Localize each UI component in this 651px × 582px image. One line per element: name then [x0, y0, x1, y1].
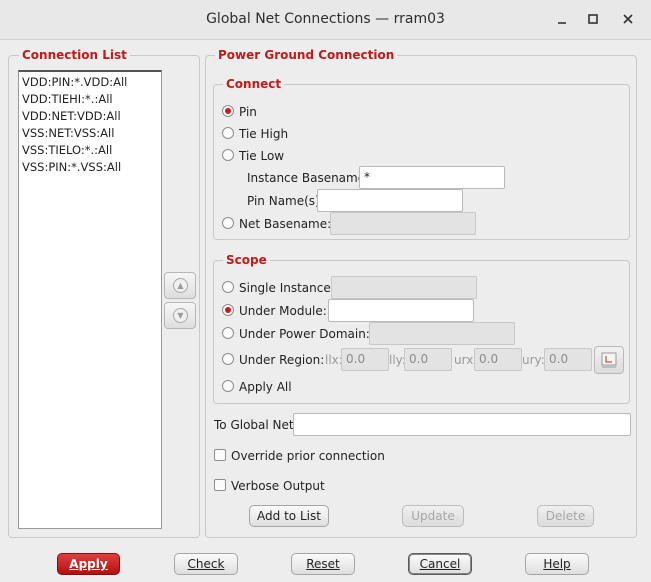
- urx-input[interactable]: 0.0: [474, 348, 522, 371]
- list-item[interactable]: VDD:PIN:*.VDD:All: [22, 74, 127, 90]
- help-button[interactable]: Help: [525, 553, 589, 575]
- instance-basename-label: Instance Basename:: [247, 171, 370, 185]
- apply-button[interactable]: Apply: [57, 553, 120, 575]
- net-basename-radio[interactable]: [222, 217, 234, 229]
- update-button[interactable]: Update: [402, 505, 464, 527]
- apply-all-radio[interactable]: [222, 380, 234, 392]
- list-item[interactable]: VSS:NET:VSS:All: [22, 125, 114, 141]
- help-button-label: Help: [543, 557, 571, 571]
- instance-basename-input[interactable]: *: [359, 166, 505, 189]
- tie-low-label: Tie Low: [239, 149, 285, 163]
- apply-all-label: Apply All: [239, 380, 292, 394]
- reset-button-label: Reset: [306, 557, 340, 571]
- connection-list[interactable]: VDD:PIN:*.VDD:All VDD:TIEHI:*.:All VDD:N…: [18, 70, 162, 529]
- net-basename-input[interactable]: [330, 212, 476, 235]
- single-instance-radio[interactable]: [222, 281, 234, 293]
- lly-input[interactable]: 0.0: [404, 348, 452, 371]
- to-global-net-label: To Global Net:: [214, 418, 298, 432]
- scope-title: Scope: [223, 253, 270, 267]
- verbose-checkbox[interactable]: [214, 479, 226, 491]
- move-up-button[interactable]: ▲: [164, 272, 196, 299]
- minimize-icon[interactable]: [554, 11, 570, 27]
- reset-button[interactable]: Reset: [291, 553, 355, 575]
- override-checkbox[interactable]: [214, 449, 226, 461]
- close-icon[interactable]: [620, 11, 636, 27]
- pin-names-label: Pin Name(s):: [247, 194, 324, 208]
- arrow-down-icon: ▼: [173, 308, 188, 323]
- arrow-up-icon: ▲: [173, 278, 188, 293]
- tie-high-radio[interactable]: [222, 127, 234, 139]
- list-item[interactable]: VSS:PIN:*.VSS:All: [22, 159, 121, 175]
- connect-title: Connect: [223, 77, 285, 91]
- under-module-input[interactable]: [328, 299, 474, 322]
- move-down-button[interactable]: ▼: [164, 302, 196, 329]
- add-to-list-button[interactable]: Add to List: [249, 505, 329, 527]
- region-select-icon: [601, 352, 617, 368]
- power-ground-title: Power Ground Connection: [215, 48, 398, 62]
- to-global-net-input[interactable]: [293, 413, 631, 436]
- maximize-icon[interactable]: [585, 11, 601, 27]
- list-item[interactable]: VSS:TIELO:*.:All: [22, 142, 112, 158]
- net-basename-label: Net Basename:: [239, 217, 332, 231]
- under-module-label: Under Module:: [239, 304, 327, 318]
- check-button-label: Check: [187, 557, 225, 571]
- list-item[interactable]: VDD:NET:VDD:All: [22, 108, 121, 124]
- delete-button[interactable]: Delete: [537, 505, 594, 527]
- tie-high-label: Tie High: [239, 127, 289, 141]
- connection-list-title: Connection List: [19, 48, 130, 62]
- pin-radio[interactable]: [222, 105, 234, 117]
- single-instance-input[interactable]: [331, 276, 477, 299]
- under-module-radio[interactable]: [222, 304, 234, 316]
- pin-names-input[interactable]: [317, 189, 463, 212]
- under-power-domain-radio[interactable]: [222, 327, 234, 339]
- apply-button-label: Apply: [69, 557, 108, 571]
- under-power-domain-label: Under Power Domain:: [239, 327, 370, 341]
- under-region-radio[interactable]: [222, 353, 234, 365]
- check-button[interactable]: Check: [174, 553, 238, 575]
- cancel-button[interactable]: Cancel: [408, 553, 472, 575]
- single-instance-label: Single Instance:: [239, 281, 335, 295]
- ury-input[interactable]: 0.0: [544, 348, 592, 371]
- override-label: Override prior connection: [231, 449, 385, 463]
- llx-input[interactable]: 0.0: [341, 348, 389, 371]
- region-select-button[interactable]: [594, 346, 624, 374]
- ury-label: ury:: [522, 353, 545, 367]
- tie-low-radio[interactable]: [222, 149, 234, 161]
- under-power-domain-input[interactable]: [369, 322, 515, 345]
- pin-label: Pin: [239, 105, 257, 119]
- cancel-button-label: Cancel: [419, 557, 461, 571]
- list-item[interactable]: VDD:TIEHI:*.:All: [22, 91, 113, 107]
- verbose-label: Verbose Output: [231, 479, 325, 493]
- under-region-label: Under Region:: [239, 353, 325, 367]
